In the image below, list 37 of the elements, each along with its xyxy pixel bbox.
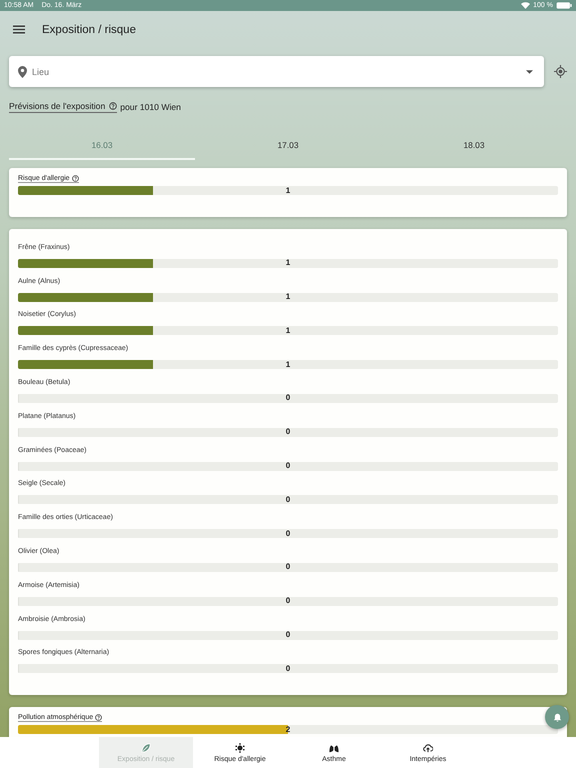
leaf-icon	[141, 742, 151, 752]
forecast-location: pour 1010 Wien	[120, 102, 181, 112]
level-value: 0	[284, 427, 292, 438]
my-location-icon[interactable]	[554, 65, 567, 78]
level-value: 2	[284, 724, 292, 735]
battery-icon	[556, 2, 572, 9]
help-icon[interactable]	[95, 714, 102, 722]
level-value: 1	[284, 258, 292, 268]
level-value: 1	[284, 292, 292, 302]
level-value: 0	[284, 630, 292, 640]
cloud-upload-icon	[423, 742, 433, 752]
location-pin-icon	[18, 66, 27, 78]
location-field[interactable]: Lieu	[9, 56, 544, 87]
date-tab[interactable]: 18.03	[381, 133, 567, 160]
lungs-icon	[329, 742, 339, 752]
dropdown-caret-icon	[526, 70, 533, 74]
level-value: 0	[284, 596, 292, 606]
pollen-icon	[235, 742, 245, 752]
level-value: 1	[284, 326, 292, 336]
exposure-forecast-link[interactable]: Prévisions de l'exposition	[9, 101, 118, 113]
level-value: 1	[284, 360, 292, 370]
level-value: 0	[284, 664, 292, 674]
bell-icon	[552, 712, 562, 722]
level-value: 0	[284, 562, 292, 572]
screen-title: Exposition / risque	[42, 24, 136, 36]
notification-button[interactable]	[545, 705, 569, 729]
location-input[interactable]: Lieu	[32, 66, 521, 76]
level-value: 0	[284, 494, 292, 505]
level-value: 0	[284, 393, 292, 404]
help-icon[interactable]	[72, 175, 79, 182]
help-icon[interactable]	[109, 102, 118, 110]
menu-icon[interactable]	[13, 25, 25, 34]
level-value: 1	[284, 186, 292, 196]
level-value: 0	[284, 461, 292, 472]
level-value: 0	[284, 528, 292, 539]
wifi-icon	[521, 2, 530, 9]
date-tab[interactable]: 17.03	[195, 133, 381, 160]
